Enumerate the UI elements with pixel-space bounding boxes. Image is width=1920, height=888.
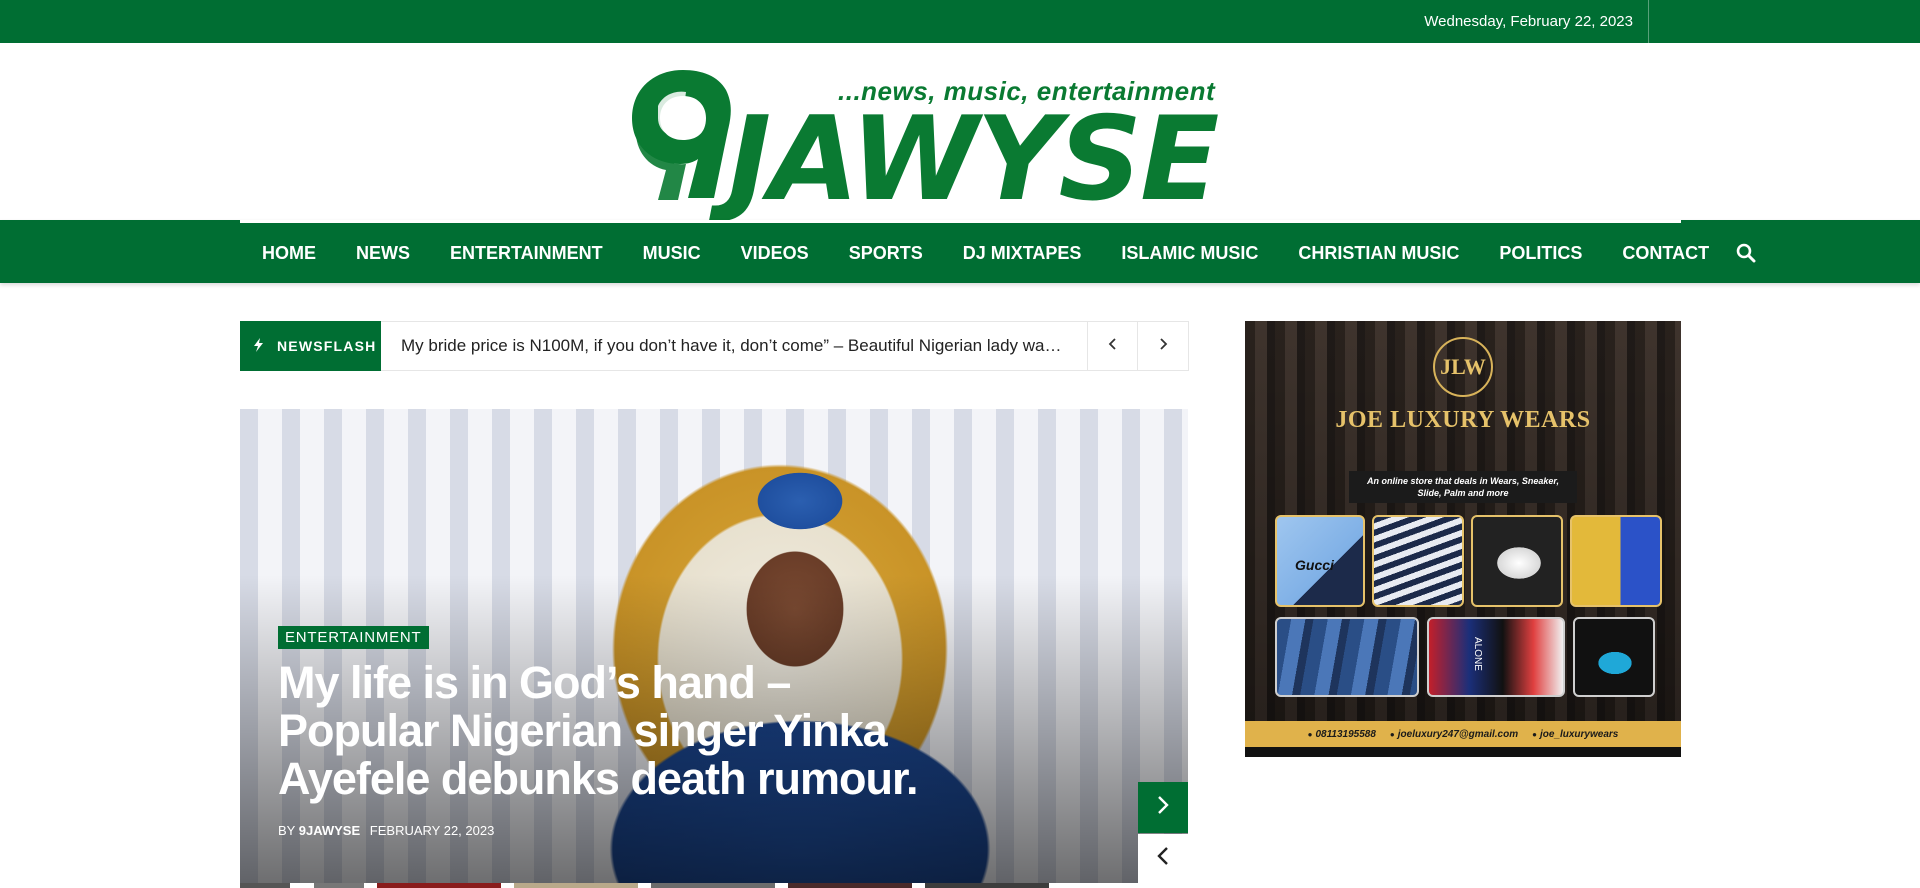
nav-item-dj-mixtapes[interactable]: DJ MIXTAPES xyxy=(943,223,1102,283)
ad-product-label: ALONE xyxy=(1472,637,1483,671)
sidebar-advertisement[interactable]: JLW JOE LUXURY WEARS An online store tha… xyxy=(1245,321,1681,757)
search-icon[interactable] xyxy=(1731,223,1761,283)
bolt-icon xyxy=(254,337,263,355)
ad-monogram: JLW xyxy=(1433,337,1493,397)
nav-item-sports[interactable]: SPORTS xyxy=(829,223,943,283)
nine-logo-mark xyxy=(632,70,731,200)
nav-item-music[interactable]: MUSIC xyxy=(623,223,721,283)
author-link[interactable]: 9JAWYSE xyxy=(299,823,360,838)
newsflash-label-text: NEWSFLASH xyxy=(277,338,377,354)
slider-thumbnail[interactable] xyxy=(651,883,775,888)
ad-product-image xyxy=(1372,515,1464,607)
newsflash-headline-link[interactable]: My bride price is N100M, if you don’t ha… xyxy=(401,322,1066,370)
ad-bottom-band xyxy=(1245,747,1681,757)
nav-item-entertainment[interactable]: ENTERTAINMENT xyxy=(430,223,623,283)
featured-slider[interactable]: ENTERTAINMENT My life is in God’s hand –… xyxy=(240,409,1188,883)
ad-product-image xyxy=(1471,515,1563,607)
ad-product-label: Gucci xyxy=(1295,557,1334,573)
ad-email: joeluxury247@gmail.com xyxy=(1390,729,1518,740)
slider-thumbnail[interactable] xyxy=(788,883,912,888)
newsflash-ticker: NEWSFLASH My bride price is N100M, if yo… xyxy=(240,321,1189,371)
ad-instagram-handle: joe_luxurywears xyxy=(1532,729,1618,740)
nav-item-politics[interactable]: POLITICS xyxy=(1479,223,1602,283)
chevron-left-icon xyxy=(1108,337,1118,356)
logo-wordmark: JAWYSE xyxy=(728,92,1219,227)
ad-tagline: An online store that deals in Wears, Sne… xyxy=(1349,471,1577,503)
nav-item-islamic-music[interactable]: ISLAMIC MUSIC xyxy=(1101,223,1278,283)
nav-item-contact[interactable]: CONTACT xyxy=(1602,223,1729,283)
slider-prev-button[interactable] xyxy=(1138,834,1188,883)
ad-contact-bar: 08113195588 joeluxury247@gmail.com joe_l… xyxy=(1245,721,1681,747)
byline-prefix: BY xyxy=(278,823,296,838)
ad-brand-name: JOE LUXURY WEARS xyxy=(1335,407,1591,433)
category-badge[interactable]: ENTERTAINMENT xyxy=(278,626,429,649)
slider-next-button[interactable] xyxy=(1138,782,1188,833)
ad-product-image: Gucci xyxy=(1275,515,1365,607)
nav-item-videos[interactable]: VIDEOS xyxy=(721,223,829,283)
post-meta: BY 9JAWYSE FEBRUARY 22, 2023 xyxy=(278,823,494,838)
nav-item-christian-music[interactable]: CHRISTIAN MUSIC xyxy=(1278,223,1479,283)
ad-product-image xyxy=(1570,515,1662,607)
chevron-right-icon xyxy=(1158,337,1168,356)
ad-product-image xyxy=(1275,617,1419,697)
slider-thumbnail[interactable] xyxy=(514,883,638,888)
slider-thumbnail[interactable] xyxy=(377,883,501,888)
current-date: Wednesday, February 22, 2023 xyxy=(1424,0,1649,43)
site-logo[interactable]: ...news, music, entertainment JAWYSE xyxy=(628,62,1248,220)
nav-menu: HOME NEWS ENTERTAINMENT MUSIC VIDEOS SPO… xyxy=(240,223,1761,283)
main-navigation: HOME NEWS ENTERTAINMENT MUSIC VIDEOS SPO… xyxy=(0,220,1920,283)
newsflash-label: NEWSFLASH xyxy=(240,321,381,371)
nav-item-news[interactable]: NEWS xyxy=(336,223,430,283)
ad-product-image: ALONE xyxy=(1427,617,1565,697)
nav-item-home[interactable]: HOME xyxy=(240,223,336,283)
newsflash-prev-button[interactable] xyxy=(1087,322,1137,370)
slider-thumbnail[interactable] xyxy=(314,883,364,888)
post-date: FEBRUARY 22, 2023 xyxy=(369,823,495,838)
ad-phone: 08113195588 xyxy=(1308,729,1375,740)
chevron-right-icon xyxy=(1156,794,1170,821)
slider-thumbnail[interactable] xyxy=(240,883,290,888)
featured-title[interactable]: My life is in God’s hand – Popular Niger… xyxy=(278,659,919,803)
newsflash-next-button[interactable] xyxy=(1137,322,1187,370)
slider-thumbnail[interactable] xyxy=(925,883,1049,888)
chevron-left-icon xyxy=(1156,845,1170,872)
ad-product-image xyxy=(1573,617,1655,697)
top-bar: Wednesday, February 22, 2023 xyxy=(0,0,1920,43)
